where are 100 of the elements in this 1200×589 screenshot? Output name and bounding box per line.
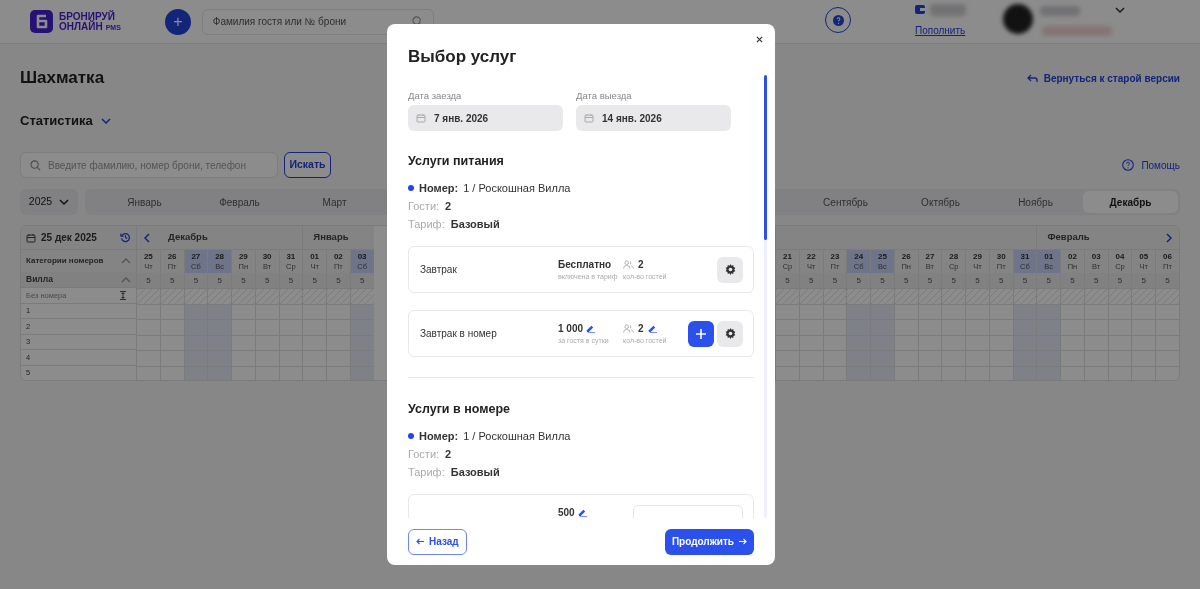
column-header: Категории номеров	[26, 255, 104, 267]
close-icon[interactable]	[756, 36, 763, 43]
availability-cell: 5	[941, 273, 966, 288]
search-icon	[30, 159, 41, 171]
continue-button[interactable]: Продолжить	[664, 528, 754, 555]
month-tab[interactable]: Ноябрь	[988, 191, 1083, 213]
guests-label: Гости:	[408, 446, 440, 462]
guest-count: 2	[638, 257, 644, 272]
month-tab[interactable]: Февраль	[192, 191, 287, 213]
tariff-label: Тариф:	[408, 464, 445, 480]
availability-cell: 5	[254, 273, 279, 288]
section-title: Услуги питания	[408, 154, 504, 168]
month-tab[interactable]: Сентябрь	[798, 191, 893, 213]
settings-icon	[724, 328, 736, 339]
availability-cell: 5	[207, 273, 231, 288]
month-tab[interactable]: Март	[287, 191, 382, 213]
month-tab[interactable]: Декабрь	[1083, 191, 1178, 213]
statistics-toggle[interactable]: Статистика	[20, 111, 93, 131]
room-value: 1 / Роскошная Вилла	[463, 180, 571, 196]
availability-cell: 5	[136, 273, 160, 288]
chevron-left-icon[interactable]	[144, 232, 150, 243]
top-up-link[interactable]: Пополнить	[915, 23, 966, 38]
date-field[interactable]: 7 янв. 2026	[408, 105, 563, 131]
chevron-up-icon[interactable]	[121, 276, 131, 283]
month-label: Февраль	[1047, 230, 1090, 245]
dialog-title: Выбор услуг	[408, 45, 517, 68]
service-name: Завтрак в номер	[420, 327, 498, 341]
availability-cell: 5	[1012, 273, 1037, 288]
scrollbar-thumb[interactable]	[764, 75, 767, 240]
availability-cell: 5	[893, 273, 918, 288]
back-button[interactable]: Назад	[408, 528, 467, 555]
availability-cell: 5	[798, 273, 823, 288]
service-price: Бесплатно	[558, 257, 612, 272]
room-label: Номер:	[419, 428, 459, 444]
logo-mark-icon	[30, 10, 53, 33]
logo-text: ОНЛАЙН	[59, 21, 103, 32]
chevron-up-icon[interactable]	[121, 258, 131, 264]
tariff-value: Базовый	[450, 216, 500, 232]
month-tab[interactable]: Октябрь	[893, 191, 988, 213]
arrow-left-icon	[416, 538, 424, 545]
chevron-down-icon	[1115, 7, 1125, 13]
page-title: Шахматка	[20, 67, 105, 90]
availability-cell: 5	[159, 273, 184, 288]
calendar-icon	[416, 113, 426, 123]
service-price: 500	[558, 506, 575, 518]
history-icon[interactable]	[120, 232, 131, 243]
settings-button[interactable]	[717, 320, 743, 347]
blurred-balance	[930, 4, 966, 16]
blurred-user-name	[1040, 6, 1080, 16]
availability-cell: 5	[1107, 273, 1132, 288]
settings-button[interactable]	[717, 256, 743, 283]
availability-cell: 5	[1060, 273, 1084, 288]
pencil-icon[interactable]	[647, 323, 657, 333]
pencil-icon[interactable]	[586, 323, 596, 333]
current-date: 25 дек 2025	[41, 231, 97, 245]
chevron-down-icon	[100, 118, 111, 124]
guest-count: 2	[638, 321, 644, 336]
search-button[interactable]: Искать	[284, 152, 331, 178]
availability-cell: 5	[231, 273, 255, 288]
guests-label: Гости:	[408, 198, 440, 214]
room-label: Номер:	[419, 180, 459, 196]
availability-cell: 5	[278, 273, 303, 288]
availability-cell: 5	[326, 273, 350, 288]
help-link[interactable]: Помощь	[1122, 157, 1180, 173]
help-icon	[832, 14, 844, 26]
calendar-icon	[26, 232, 36, 243]
service-price: 1 000	[558, 321, 584, 336]
availability-cell: 5	[1155, 273, 1179, 288]
section-title: Услуги в номере	[408, 402, 510, 416]
date-field[interactable]: 14 янв. 2026	[576, 105, 731, 131]
availability-cell: 5	[1083, 273, 1108, 288]
add-button[interactable]: +	[164, 8, 191, 35]
resize-icon[interactable]	[120, 290, 126, 300]
plus-icon	[696, 328, 706, 339]
availability-cell: 5	[349, 273, 374, 288]
month-label: Январь	[313, 230, 349, 245]
availability-cell: 5	[302, 273, 326, 288]
guests-icon	[623, 323, 634, 333]
service-name: Завтрак	[420, 263, 458, 277]
arrow-right-icon	[739, 538, 747, 545]
month-tab[interactable]: Январь	[97, 191, 192, 213]
avatar[interactable]	[1003, 4, 1033, 34]
add-service-button[interactable]	[688, 320, 714, 347]
tariff-value: Базовый	[450, 464, 500, 480]
availability-cell: 5	[965, 273, 989, 288]
return-arrow-icon	[1026, 73, 1038, 83]
chevron-down-icon	[59, 199, 70, 205]
availability-cell: 5	[988, 273, 1013, 288]
availability-cell: 5	[1131, 273, 1156, 288]
search-icon	[411, 16, 423, 27]
availability-cell: 5	[822, 273, 847, 288]
availability-cell: 5	[183, 273, 208, 288]
chevron-right-icon[interactable]	[1166, 232, 1172, 243]
tariff-label: Тариф:	[408, 216, 445, 232]
availability-cell: 5	[870, 273, 894, 288]
old-version-link[interactable]: Вернуться к старой версии	[1026, 70, 1180, 86]
year-select[interactable]: 2025	[20, 189, 78, 215]
field-label: Дата заезда	[408, 89, 463, 101]
pencil-icon[interactable]	[577, 508, 587, 517]
guests-icon	[623, 259, 634, 269]
